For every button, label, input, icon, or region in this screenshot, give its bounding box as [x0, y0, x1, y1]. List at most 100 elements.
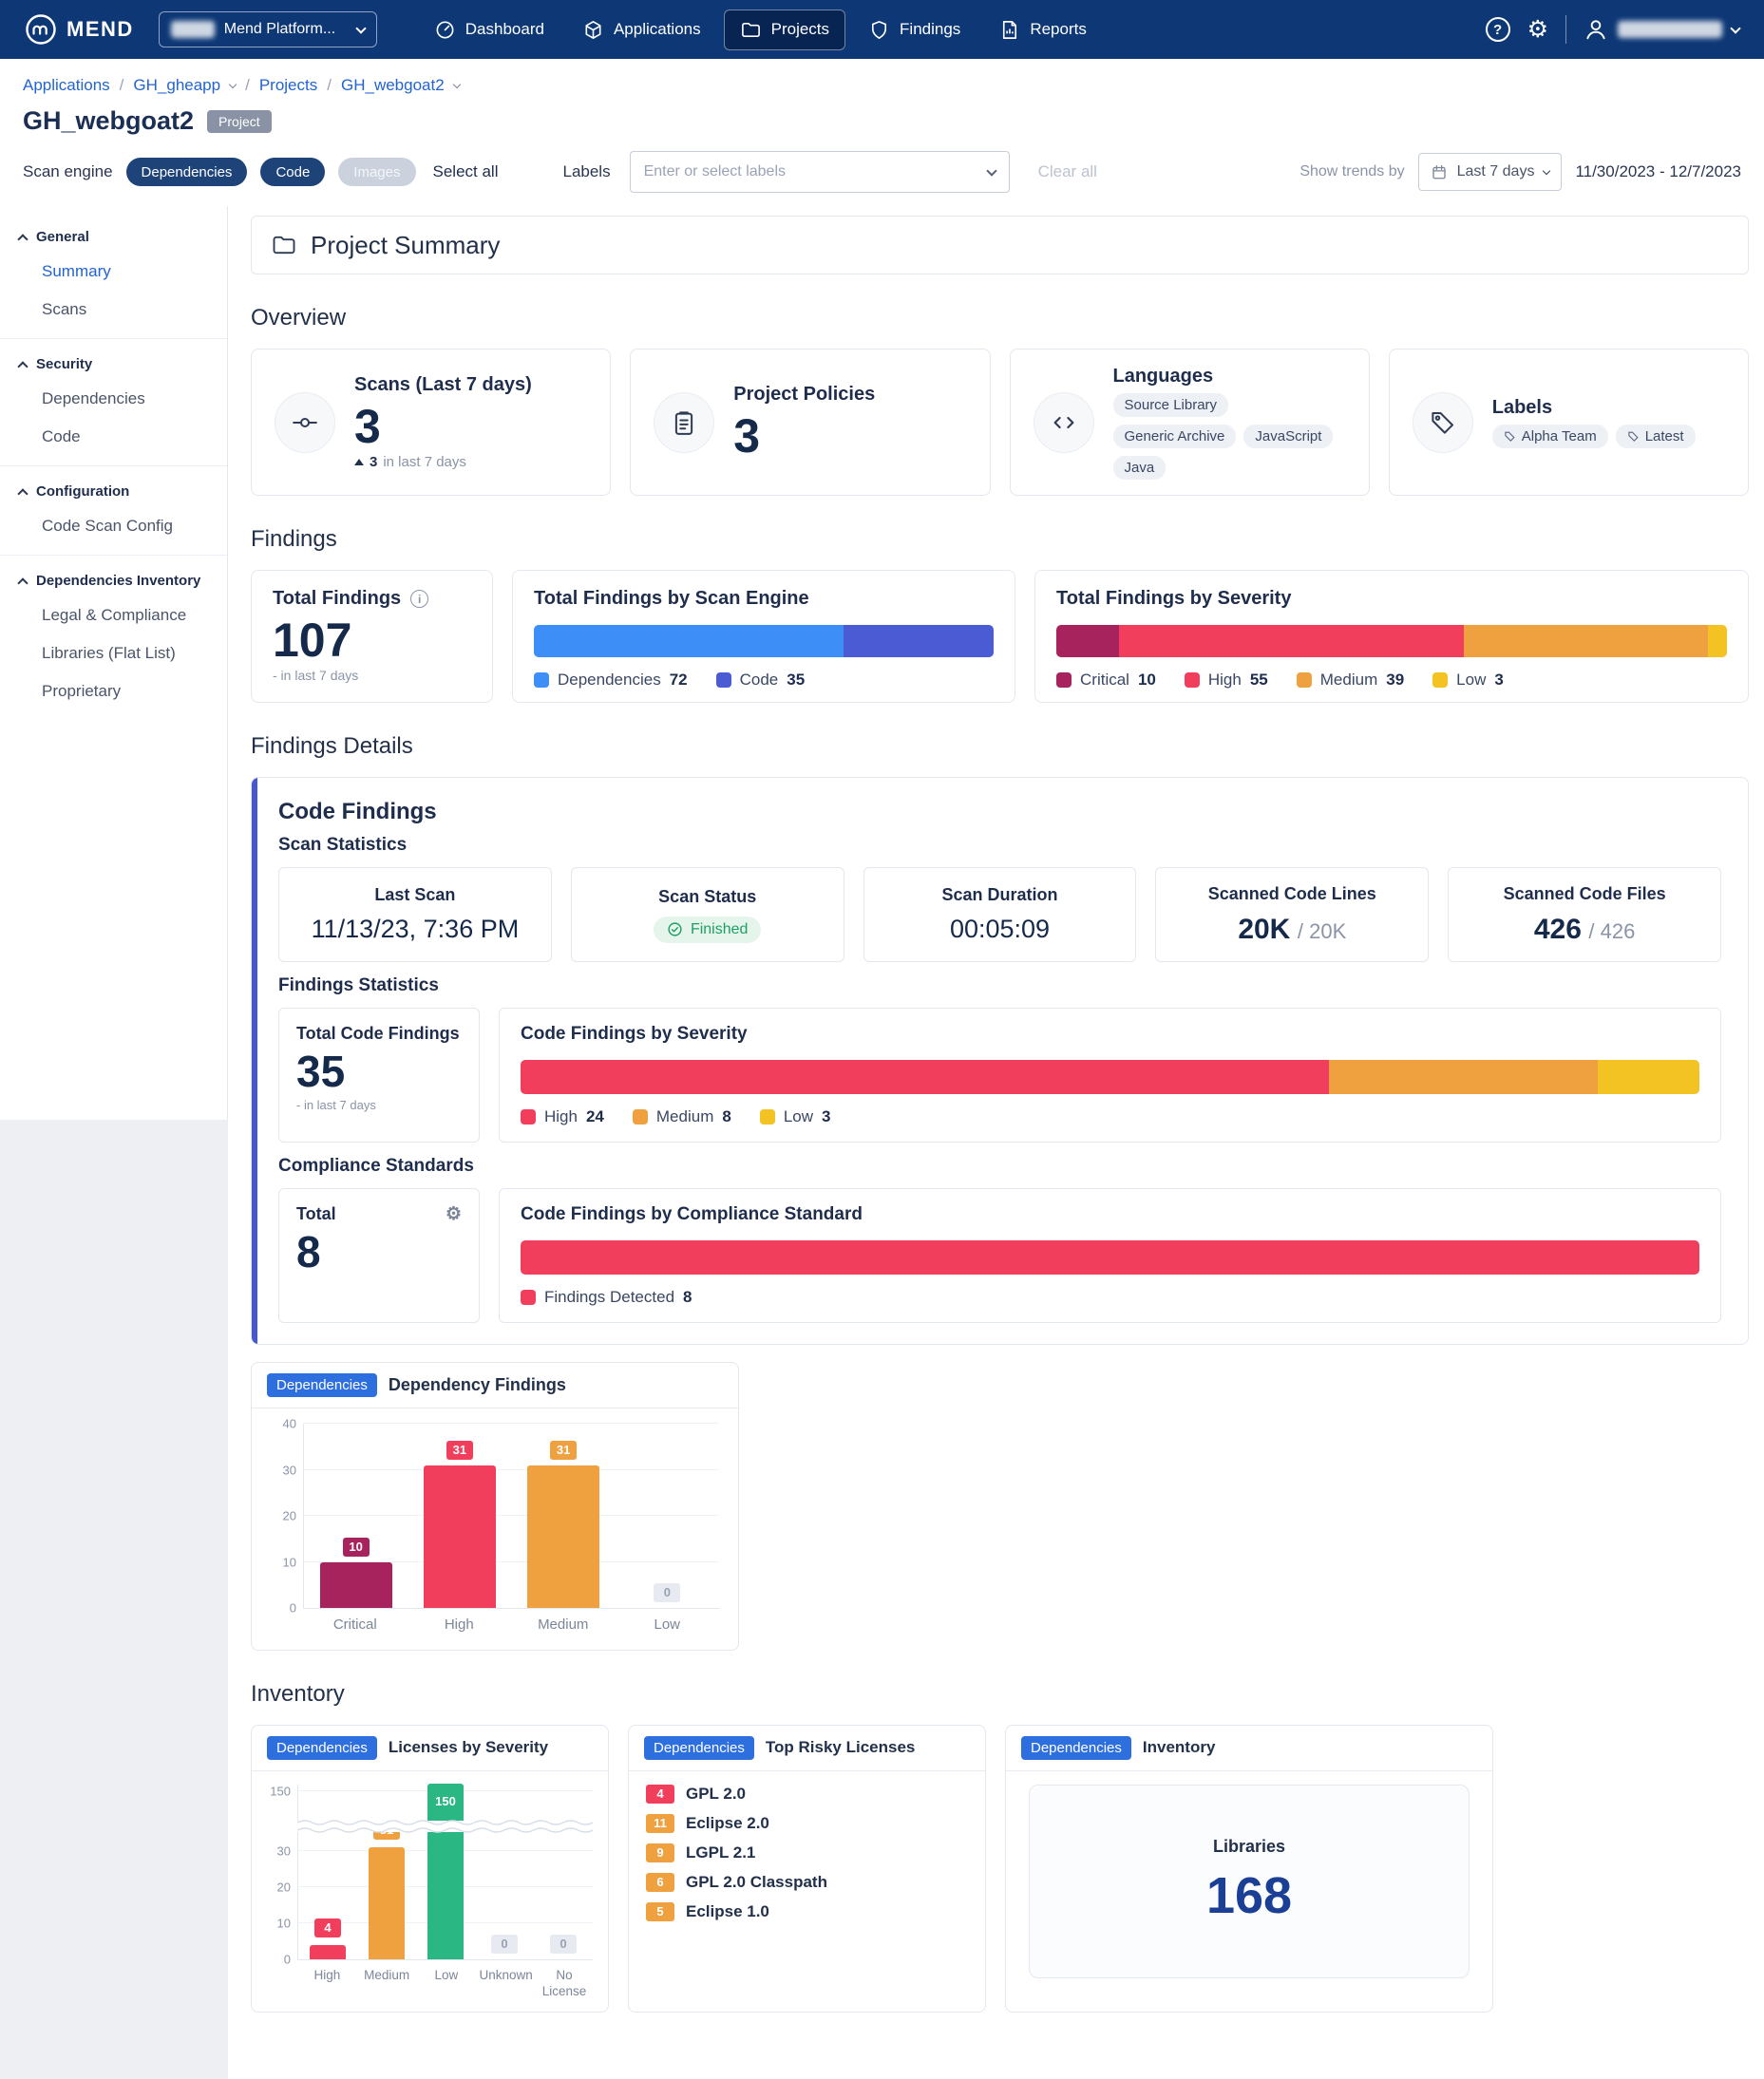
findings-statistics-label: Findings Statistics	[278, 975, 1721, 996]
nav-item-applications[interactable]: Applications	[567, 10, 716, 49]
y-tick: 30	[283, 1463, 296, 1477]
total-code-findings-box: Total Code Findings 35 - in last 7 days	[278, 1008, 480, 1143]
chevron-down-icon[interactable]	[452, 80, 460, 87]
trend-value: 3	[370, 454, 377, 470]
chevron-down-icon[interactable]	[229, 80, 237, 87]
platform-selector[interactable]: Mend Platform...	[159, 11, 377, 47]
license-count-badge: 11	[646, 1814, 674, 1833]
clear-all-link[interactable]: Clear all	[1038, 162, 1097, 181]
breadcrumb-app-name[interactable]: GH_gheapp	[133, 76, 220, 95]
info-icon[interactable]	[410, 590, 428, 608]
sidebar-section-configuration: Configuration Code Scan Config	[0, 466, 227, 556]
sidebar-item-dependencies[interactable]: Dependencies	[0, 380, 227, 418]
settings-gear-icon[interactable]	[1527, 18, 1548, 42]
scan-status-pill: Finished	[654, 917, 761, 943]
risky-title: Top Risky Licenses	[766, 1738, 915, 1757]
y-tick: 40	[283, 1417, 296, 1431]
sidebar-item-code-scan-config[interactable]: Code Scan Config	[0, 507, 227, 545]
sidebar-section-header-security[interactable]: Security	[0, 345, 227, 380]
stat-suffix: / 20K	[1298, 919, 1346, 943]
libraries-box[interactable]: Libraries 168	[1029, 1785, 1470, 1978]
bar-segment-medium	[1464, 625, 1709, 657]
scan-status-text: Finished	[691, 921, 748, 938]
select-all-link[interactable]: Select all	[433, 162, 499, 181]
nav-item-dashboard[interactable]: Dashboard	[419, 10, 560, 49]
bar-value-label: 10	[343, 1538, 370, 1557]
box-note: - in last 7 days	[296, 1098, 462, 1112]
risky-header: Dependencies Top Risky Licenses	[629, 1726, 985, 1771]
breadcrumb-projects[interactable]: Projects	[259, 76, 317, 95]
sidebar-section-header-general[interactable]: General	[0, 217, 227, 253]
label-chip: Latest	[1616, 425, 1696, 448]
sidebar-section-header-configuration[interactable]: Configuration	[0, 472, 227, 507]
sidebar-item-scans[interactable]: Scans	[0, 291, 227, 329]
legend-label: Medium	[1320, 671, 1377, 690]
sidebar-section-header-dependencies-inventory[interactable]: Dependencies Inventory	[0, 561, 227, 596]
libraries-wrap: Libraries 168	[1006, 1771, 1492, 1992]
sidebar-item-legal-compliance[interactable]: Legal & Compliance	[0, 596, 227, 634]
sidebar-item-code[interactable]: Code	[0, 418, 227, 456]
sidebar-item-summary[interactable]: Summary	[0, 253, 227, 291]
license-count-badge: 5	[646, 1902, 674, 1921]
user-avatar-icon	[1584, 17, 1608, 42]
user-menu[interactable]	[1584, 17, 1739, 42]
nav-label: Dashboard	[465, 20, 544, 39]
mend-logo[interactable]: MEND	[25, 13, 134, 46]
nav-item-findings[interactable]: Findings	[853, 10, 976, 49]
breadcrumb-project-name[interactable]: GH_webgoat2	[341, 76, 445, 95]
list-item[interactable]: 5 Eclipse 1.0	[646, 1902, 968, 1921]
license-name: GPL 2.0 Classpath	[686, 1873, 827, 1892]
box-title: Code Findings by Compliance Standard	[521, 1204, 1699, 1225]
code-findings-by-severity-box: Code Findings by Severity High24 Medium8…	[499, 1008, 1721, 1143]
engine-pill-dependencies[interactable]: Dependencies	[126, 158, 248, 186]
bar-column-low: 0	[616, 1424, 719, 1608]
sidebar-section-security: Security Dependencies Code	[0, 339, 227, 466]
trend-range-dropdown[interactable]: Last 7 days	[1418, 153, 1563, 191]
bar-value-label: 0	[491, 1935, 518, 1954]
sidebar-item-libraries-flat-list[interactable]: Libraries (Flat List)	[0, 634, 227, 672]
reports-document-icon	[998, 19, 1020, 41]
findings-details-heading: Findings Details	[251, 733, 1749, 760]
list-item[interactable]: 6 GPL 2.0 Classpath	[646, 1873, 968, 1892]
label-chips: Alpha Team Latest	[1492, 425, 1696, 448]
main-nav: Dashboard Applications Projects Findings…	[419, 9, 1102, 50]
sidebar-nav: General Summary Scans Security Dependenc…	[0, 206, 228, 1120]
scan-status-box: Scan Status Finished	[571, 867, 844, 962]
sidebar-item-proprietary[interactable]: Proprietary	[0, 672, 227, 710]
list-item[interactable]: 11 Eclipse 2.0	[646, 1814, 968, 1833]
breadcrumb-applications[interactable]: Applications	[23, 76, 110, 95]
list-item[interactable]: 4 GPL 2.0	[646, 1785, 968, 1804]
chevron-down-icon	[1730, 23, 1740, 33]
folder-icon	[271, 232, 297, 258]
bar-segment-dependencies	[534, 625, 844, 657]
stat-value: 20K	[1238, 914, 1290, 945]
breadcrumb: Applications / GH_gheapp / Projects / GH…	[0, 59, 1764, 101]
engine-pill-images[interactable]: Images	[338, 158, 415, 186]
nav-label: Applications	[614, 20, 701, 39]
by-engine-legend: Dependencies72 Code35	[534, 671, 994, 690]
chevron-down-icon[interactable]	[986, 165, 996, 176]
x-tick: High	[297, 1968, 357, 2000]
bar-column-high: 31	[408, 1424, 511, 1608]
legend-value: 55	[1250, 671, 1268, 690]
nav-item-projects[interactable]: Projects	[724, 9, 845, 50]
calendar-icon	[1431, 163, 1448, 180]
y-tick: 150	[270, 1784, 291, 1798]
breadcrumb-separator: /	[245, 76, 250, 95]
engine-pill-code[interactable]: Code	[260, 158, 325, 186]
list-item[interactable]: 9 LGPL 2.1	[646, 1843, 968, 1862]
overview-heading: Overview	[251, 305, 1749, 331]
code-brackets-icon	[1050, 408, 1078, 437]
dependencies-badge: Dependencies	[644, 1736, 754, 1760]
legend-label: Code	[740, 671, 779, 690]
nav-item-reports[interactable]: Reports	[983, 10, 1102, 49]
labels-input[interactable]	[644, 163, 988, 180]
policies-icon-circle	[654, 392, 714, 453]
help-icon[interactable]	[1486, 17, 1510, 42]
legend-swatch-code	[716, 672, 731, 688]
bar-value-label: 0	[550, 1935, 577, 1954]
bar-value-label: 0	[654, 1583, 680, 1602]
settings-gear-icon[interactable]	[446, 1205, 462, 1223]
legend-swatch-high	[521, 1109, 536, 1125]
scan-icon	[291, 408, 319, 437]
